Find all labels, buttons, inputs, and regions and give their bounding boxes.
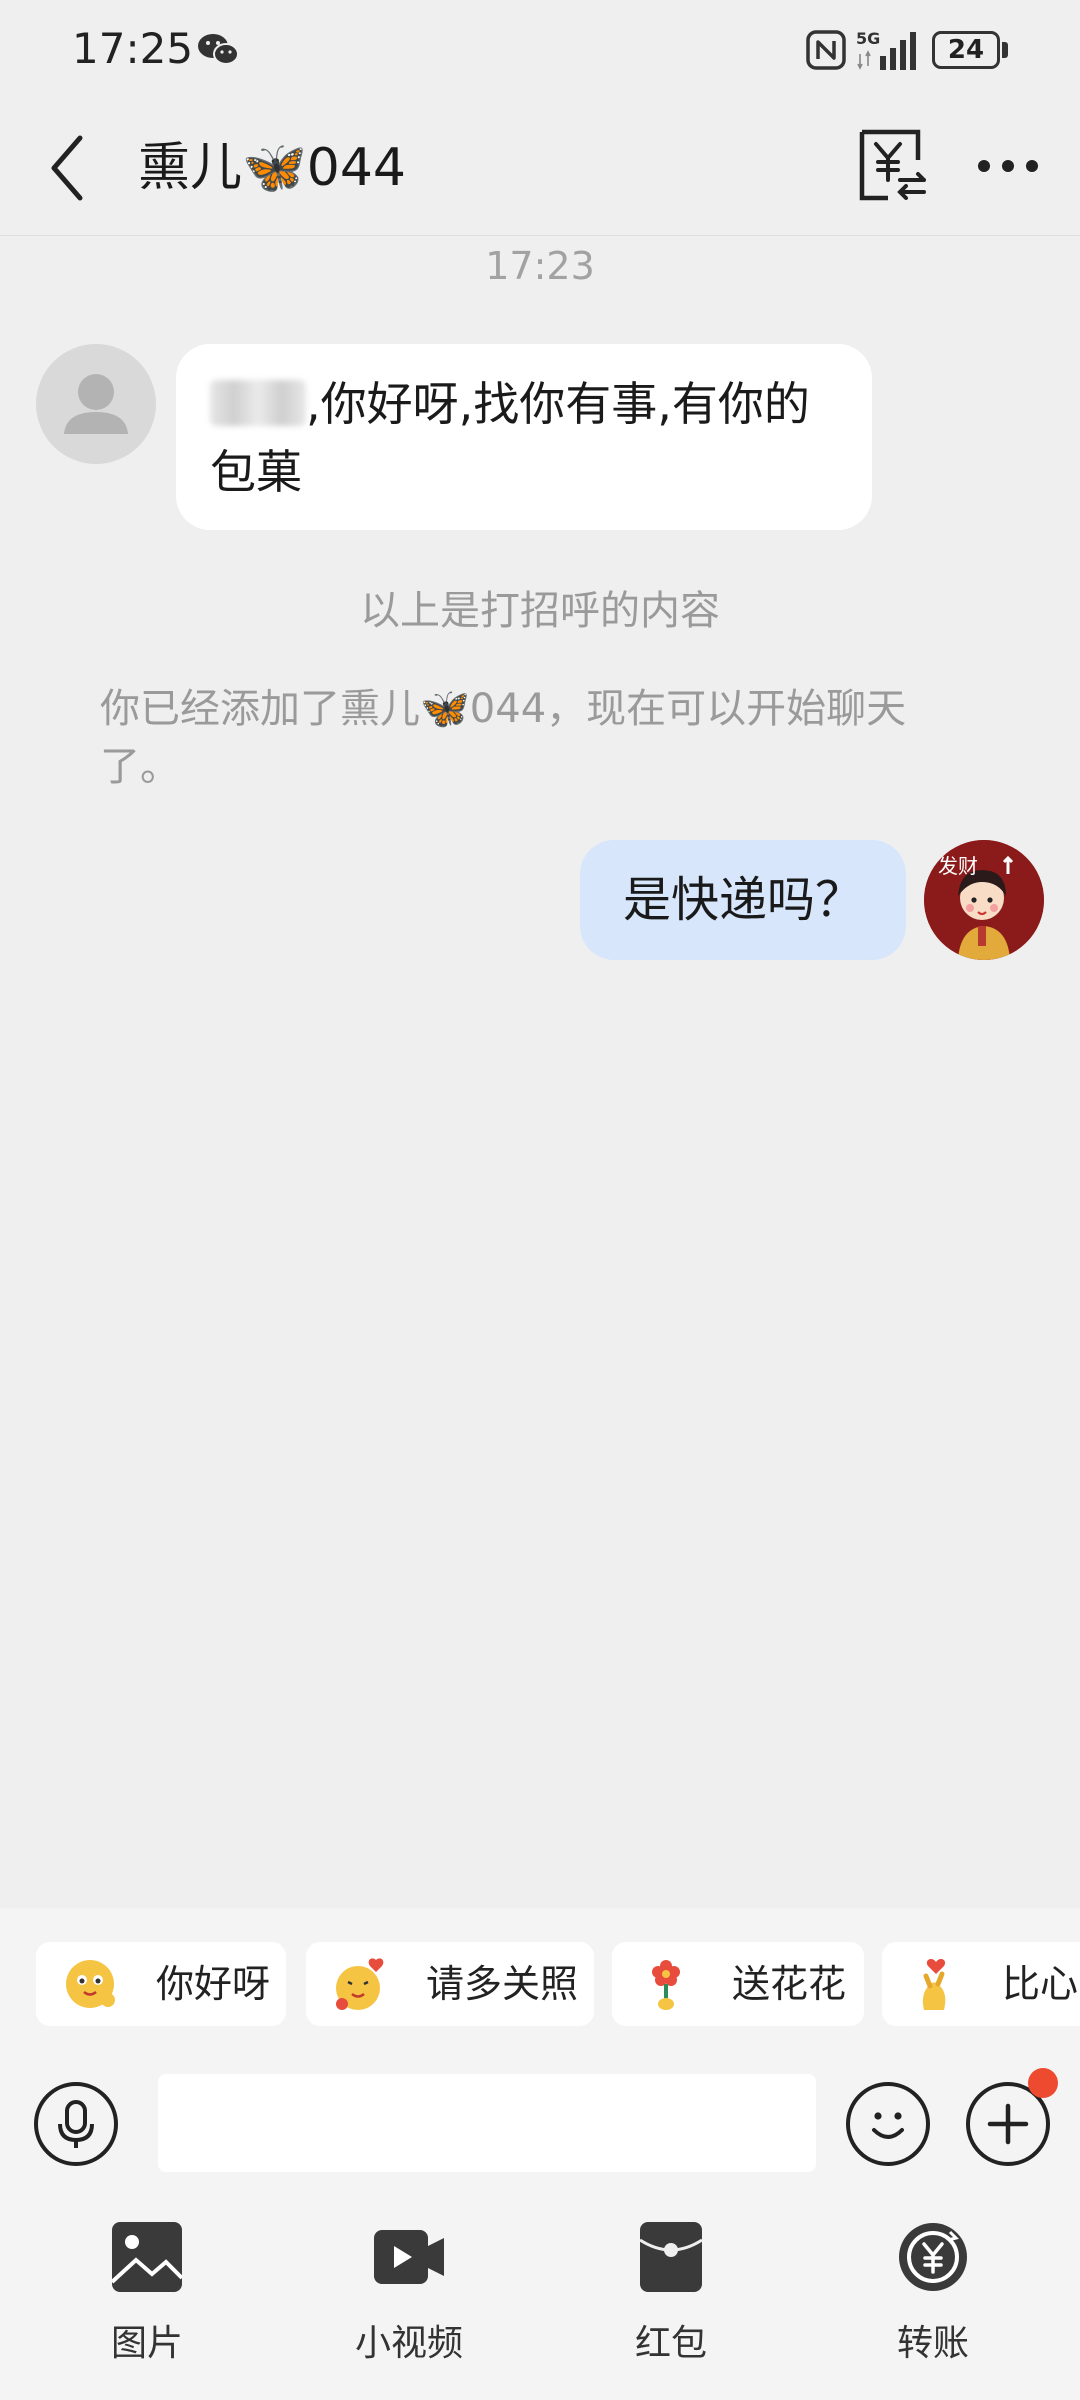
my-avatar[interactable]: 发财 [924,840,1044,960]
message-timestamp: 17:23 [485,244,595,288]
image-icon [110,2222,184,2292]
battery-level: 24 [947,35,985,65]
quick-reply-label: 你好呀 [156,1962,271,2006]
more-options-button[interactable] [972,138,1044,194]
smile-emoji-icon [66,1960,115,2008]
tool-label: 红包 [634,2323,707,2364]
tool-label: 小视频 [354,2323,463,2364]
tool-panel: 图片 小视频 红包 转账 [0,2192,1080,2400]
quick-reply-chip[interactable]: 你好呀 [36,1942,286,2026]
outgoing-message-text: 是快递吗？ [622,872,863,928]
input-bar [0,2052,1080,2192]
battery-indicator: 24 [932,31,1008,69]
avatar-caption: 发财 [938,854,978,878]
quick-reply-bar: 你好呀 请多关照 送花花 比心 [0,1908,1080,2052]
message-input[interactable] [158,2074,816,2172]
greeting-note: 以上是打招呼的内容 [360,588,720,634]
friend-added-note: 你已经添加了熏儿🦋044，现在可以开始聊天了。 [100,686,907,790]
notification-dot [1028,2068,1058,2098]
voice-input-button[interactable] [34,2082,118,2166]
incoming-message-bubble[interactable]: ,你好呀,找你有事,有你的包菓 [176,344,872,530]
chat-screen: 17:25 5G 24 熏儿🦋044 17:23 ,你好呀,找你有事,有你的包菓… [0,0,1080,2400]
contact-avatar[interactable] [36,344,156,464]
nfc-icon [806,30,846,70]
emoji-button[interactable] [846,2082,930,2166]
smiley-icon [872,2112,904,2139]
quick-reply-label: 送花花 [732,1962,847,2006]
hug-emoji-icon [336,1958,384,2010]
flower-emoji-icon [652,1960,680,2010]
quick-reply-label: 比心 [1002,1962,1079,2006]
signal-5g-icon: 5G [856,29,916,70]
status-time: 17:25 [72,24,194,73]
transfer-icon [899,2223,967,2291]
tool-label: 图片 [110,2323,183,2364]
tool-label: 转账 [896,2323,969,2364]
quick-reply-label: 请多关照 [426,1962,579,2006]
tool-video[interactable]: 小视频 [334,2220,484,2380]
tool-transfer[interactable]: 转账 [858,2220,1008,2380]
back-button[interactable] [40,124,104,212]
plus-icon [987,2103,1029,2145]
chat-header: 熏儿🦋044 [0,100,1080,236]
outgoing-message-bubble[interactable]: 是快递吗？ [580,840,906,960]
microphone-icon [58,2100,94,2148]
quick-reply-chip[interactable]: 请多关照 [306,1942,594,2026]
quick-reply-chip[interactable]: 送花花 [612,1942,864,2026]
wechat-icon [198,34,239,65]
red-packet-icon [639,2222,703,2292]
transfer-header-button[interactable] [852,126,932,206]
tool-image[interactable]: 图片 [72,2220,222,2380]
redacted-name [210,380,306,426]
page-title: 熏儿🦋044 [138,138,406,198]
heart-hand-emoji-icon [922,1959,946,2010]
tool-red-packet[interactable]: 红包 [596,2220,746,2380]
quick-reply-chip[interactable]: 比心 [882,1942,1080,2026]
default-avatar-icon [64,374,128,434]
video-icon [374,2230,444,2284]
svg-text:5G: 5G [856,29,880,48]
status-bar: 17:25 5G 24 [0,0,1080,100]
